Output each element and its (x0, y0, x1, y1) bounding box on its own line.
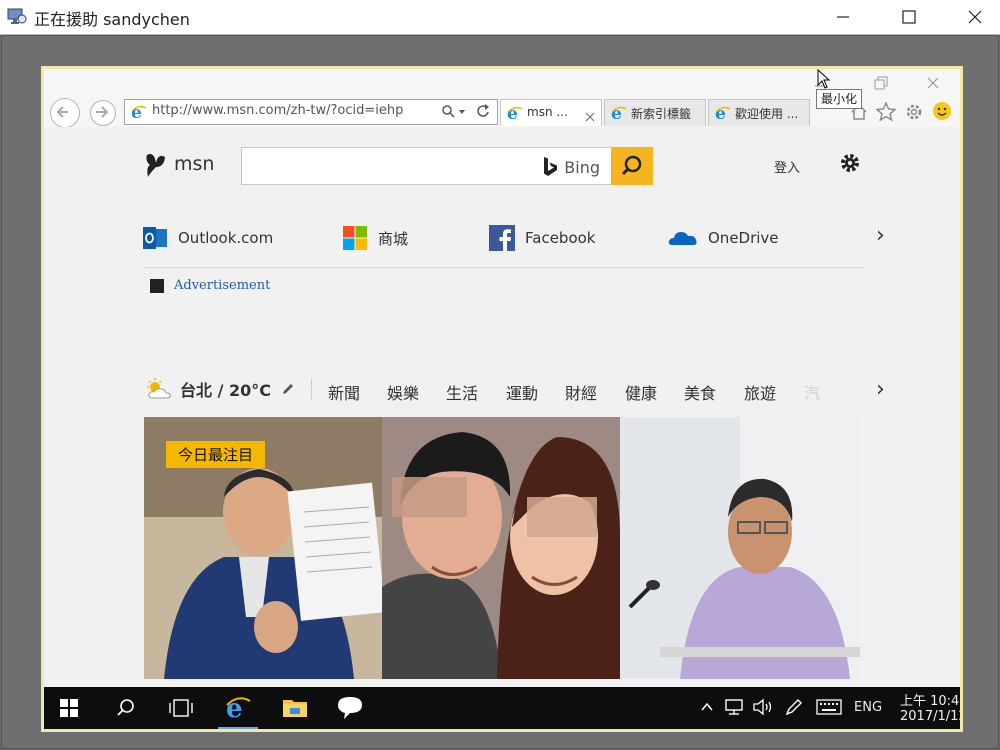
volume-icon[interactable] (752, 698, 774, 720)
url-text: http://www.msn.com/zh-tw/?ocid=iehp (152, 103, 404, 118)
windows-start-icon[interactable] (60, 699, 78, 721)
hero-carousel[interactable]: 今日最注目 (144, 417, 860, 679)
ie-tab-icon: e (714, 104, 732, 126)
weather-text: 台北 / 20°C (180, 381, 271, 400)
messaging-icon[interactable] (336, 695, 364, 725)
favorites-star-icon[interactable] (875, 101, 897, 126)
back-button[interactable] (50, 98, 80, 128)
category-sports[interactable]: 運動 (506, 380, 538, 404)
browser-close-button[interactable] (926, 75, 940, 89)
tab-new[interactable]: e 新索引標籤 (604, 99, 706, 126)
quicklinks-next-chevron-icon[interactable]: › (876, 223, 885, 248)
quicklink-facebook[interactable]: Facebook (489, 225, 595, 251)
search-icon (621, 155, 642, 176)
window-title: 正在援助 sandychen (34, 10, 190, 29)
msn-logo[interactable]: msn (144, 151, 214, 177)
search-taskbar-icon[interactable] (116, 698, 136, 722)
show-hidden-icons-chevron-icon[interactable] (700, 699, 714, 718)
bing-brand: Bing (542, 156, 600, 178)
internet-explorer-taskbar-icon[interactable]: e (224, 693, 252, 725)
address-bar[interactable]: e http://www.msn.com/zh-tw/?ocid=iehp (124, 99, 498, 125)
msn-page: msn Bing 登入 Outlook.com 商城 Facebook OneD… (44, 127, 960, 687)
maximize-button[interactable] (886, 0, 932, 34)
msn-settings-gear-icon[interactable] (838, 151, 862, 179)
category-health[interactable]: 健康 (625, 380, 657, 404)
tab-label: msn ... (527, 105, 568, 119)
category-money[interactable]: 財經 (565, 380, 597, 404)
settings-gear-icon[interactable] (904, 102, 924, 126)
msn-logo-text: msn (174, 153, 215, 175)
ie-page-icon: e (130, 103, 148, 125)
outlook-icon (143, 227, 167, 249)
ad-choices-icon (150, 278, 164, 293)
remote-assistance-icon (7, 7, 27, 25)
remote-screen[interactable]: e http://www.msn.com/zh-tw/?ocid=iehp e … (44, 69, 960, 729)
bing-search-input[interactable]: Bing (241, 147, 613, 185)
ie-tab-icon: e (610, 104, 628, 126)
partly-sunny-icon (147, 378, 171, 399)
window-titlebar: 正在援助 sandychen (0, 0, 1000, 35)
input-language[interactable]: ENG (854, 700, 882, 715)
clock-time[interactable]: 上午 10:41 (900, 690, 960, 709)
quicklink-label: Facebook (525, 229, 596, 247)
search-dropdown-icon[interactable] (441, 104, 469, 124)
tab-close-icon[interactable] (585, 107, 595, 126)
svg-text:e: e (507, 104, 518, 122)
hero-badge: 今日最注目 (166, 441, 266, 468)
weather-divider (311, 379, 312, 399)
category-entertainment[interactable]: 娛樂 (387, 380, 419, 404)
feedback-smiley-icon[interactable] (932, 101, 952, 125)
microsoft-store-icon (343, 226, 367, 250)
tab-label: 新索引標籤 (631, 107, 692, 121)
quicklink-label: 商城 (378, 229, 409, 248)
mouse-cursor-icon (817, 69, 831, 93)
quicklinks-divider (144, 267, 864, 268)
ad-label: Advertisement (174, 278, 271, 293)
hero-photo-politician[interactable]: 今日最注目 (144, 417, 382, 679)
facebook-icon (489, 225, 515, 251)
svg-text:e: e (611, 104, 622, 122)
categories-next-chevron-icon[interactable]: › (876, 377, 885, 402)
quicklink-label: Outlook.com (178, 229, 274, 247)
browser-restore-button[interactable] (874, 75, 888, 90)
task-view-icon[interactable] (168, 699, 194, 721)
pen-ink-icon[interactable] (784, 697, 804, 721)
refresh-icon[interactable] (476, 104, 492, 124)
quicklink-store[interactable]: 商城 (342, 225, 408, 251)
bing-label: Bing (564, 157, 600, 177)
tab-msn[interactable]: e msn ... (500, 99, 602, 126)
close-button[interactable] (952, 0, 998, 34)
category-food[interactable]: 美食 (684, 380, 716, 404)
network-icon[interactable] (724, 698, 744, 720)
category-travel[interactable]: 旅遊 (744, 380, 776, 404)
hero-photo-couple[interactable] (382, 417, 620, 679)
quicklink-outlook[interactable]: Outlook.com (142, 225, 273, 251)
onedrive-icon (668, 232, 697, 245)
hero-photo-speaker[interactable] (620, 417, 860, 679)
tab-welcome[interactable]: e 歡迎使用 ... (708, 99, 810, 126)
quicklink-label: OneDrive (708, 229, 779, 247)
svg-text:e: e (131, 103, 142, 121)
quicklink-onedrive[interactable]: OneDrive (668, 225, 779, 251)
signin-link[interactable]: 登入 (774, 157, 800, 176)
ie-tab-icon: e (506, 104, 524, 126)
ie-active-indicator (218, 727, 258, 729)
forward-button[interactable] (90, 100, 116, 126)
minimize-button[interactable] (820, 0, 866, 34)
svg-text:e: e (715, 104, 726, 122)
advertisement[interactable]: Advertisement (150, 278, 270, 293)
msn-butterfly-icon (146, 154, 165, 177)
taskbar: e ENG 上午 10:41 2017/1/12 (44, 687, 960, 729)
search-button[interactable] (611, 147, 653, 185)
weather-widget[interactable]: 台北 / 20°C (144, 377, 312, 401)
category-news[interactable]: 新聞 (328, 380, 360, 404)
file-explorer-icon[interactable] (282, 696, 308, 722)
category-autos[interactable]: 汽 (804, 380, 820, 404)
touch-keyboard-icon[interactable] (816, 699, 842, 719)
category-lifestyle[interactable]: 生活 (446, 380, 478, 404)
clock-date[interactable]: 2017/1/12 (900, 709, 960, 724)
tab-label: 歡迎使用 ... (735, 107, 799, 121)
bing-icon (544, 157, 558, 176)
edit-pencil-icon[interactable] (281, 382, 295, 396)
